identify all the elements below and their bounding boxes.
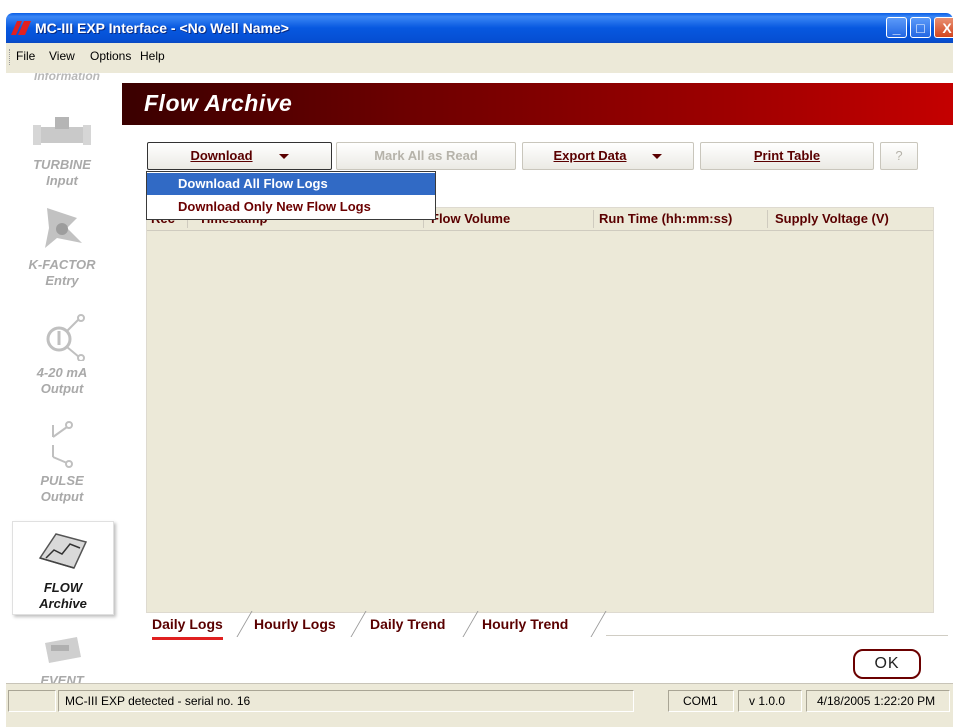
- page-title: Flow Archive: [144, 90, 293, 116]
- print-label: Print Table: [753, 148, 821, 163]
- help-button[interactable]: ?: [880, 142, 918, 170]
- mark-all-read-button[interactable]: Mark All as Read: [336, 142, 516, 170]
- download-all-logs-item[interactable]: Download All Flow Logs: [147, 173, 435, 195]
- sidebar-item-title: EVENT: [40, 673, 84, 683]
- download-label: Download: [190, 148, 253, 163]
- sidebar-item-turbine[interactable]: TURBINE Input: [12, 113, 112, 191]
- pulse-switch-icon: [52, 421, 73, 468]
- download-menu: Download All Flow Logs Download Only New…: [146, 171, 436, 220]
- chevron-down-icon: [278, 154, 289, 160]
- sidebar-item-information[interactable]: Information: [22, 73, 112, 83]
- status-version: v 1.0.0: [738, 690, 802, 712]
- tab-separator: [350, 611, 367, 637]
- ok-button[interactable]: OK: [853, 649, 921, 679]
- sidebar-item-title: K-FACTOR: [28, 257, 96, 272]
- download-button[interactable]: Download: [147, 142, 332, 170]
- column-header-flow-volume[interactable]: Flow Volume: [431, 211, 510, 226]
- client-area: Information TURBINE Input K-FACTOR Entry: [6, 73, 953, 683]
- print-table-button[interactable]: Print Table: [700, 142, 874, 170]
- menu-help[interactable]: Help: [140, 49, 165, 63]
- title-bar[interactable]: MC-III EXP Interface - <No Well Name> _ …: [6, 13, 953, 43]
- menu-options[interactable]: Options: [90, 49, 131, 63]
- status-panel-blank: [8, 690, 56, 712]
- sidebar-item-subtitle: Entry: [45, 273, 79, 288]
- menu-view[interactable]: View: [49, 49, 75, 63]
- sidebar-item-subtitle: Archive: [39, 596, 87, 611]
- tab-baseline: [606, 635, 948, 636]
- tab-separator: [236, 611, 253, 637]
- tab-daily-logs[interactable]: Daily Logs: [152, 613, 223, 640]
- window-title: MC-III EXP Interface - <No Well Name>: [35, 20, 289, 36]
- sidebar-item-subtitle: Input: [46, 173, 78, 188]
- sidebar-item-title: TURBINE: [33, 157, 91, 172]
- tab-separator: [462, 611, 479, 637]
- status-message: MC-III EXP detected - serial no. 16: [58, 690, 634, 712]
- chevron-down-icon: [652, 154, 663, 160]
- sidebar-item-event[interactable]: EVENT: [12, 633, 112, 683]
- export-data-button[interactable]: Export Data: [522, 142, 694, 170]
- flow-chart-icon: [38, 533, 88, 569]
- menu-file[interactable]: File: [16, 49, 35, 63]
- app-logo-icon: [11, 21, 31, 35]
- minimize-button[interactable]: _: [886, 17, 907, 38]
- close-button[interactable]: X: [934, 17, 953, 38]
- sidebar-item-subtitle: Output: [40, 489, 84, 504]
- analog-output-icon: [46, 314, 85, 361]
- sidebar-item-subtitle: Output: [40, 381, 84, 396]
- sidebar-item-k-factor[interactable]: K-FACTOR Entry: [12, 203, 112, 293]
- menu-bar: File View Options Help: [6, 43, 953, 74]
- sidebar-item-title: 4-20 mA: [36, 365, 88, 380]
- tab-hourly-logs[interactable]: Hourly Logs: [254, 613, 336, 637]
- export-label: Export Data: [553, 148, 627, 163]
- sidebar-item-title: FLOW: [43, 580, 83, 595]
- status-datetime: 4/18/2005 1:22:20 PM: [806, 690, 950, 712]
- sidebar-item-pulse[interactable]: PULSE Output: [12, 419, 112, 509]
- sidebar-item-title: PULSE: [40, 473, 84, 488]
- download-new-logs-item[interactable]: Download Only New Flow Logs: [147, 196, 435, 218]
- column-divider: [593, 210, 594, 228]
- event-icon: [45, 637, 81, 663]
- tab-daily-trend[interactable]: Daily Trend: [370, 613, 445, 637]
- menu-grip: [9, 49, 12, 65]
- k-factor-icon: [45, 208, 82, 248]
- column-divider: [767, 210, 768, 228]
- sidebar: Information TURBINE Input K-FACTOR Entry: [6, 73, 122, 683]
- tab-separator: [590, 611, 607, 637]
- status-bar: MC-III EXP detected - serial no. 16 COM1…: [6, 683, 953, 727]
- column-header-run-time[interactable]: Run Time (hh:mm:ss): [599, 211, 732, 226]
- sidebar-item-4-20-ma[interactable]: 4-20 mA Output: [12, 313, 112, 403]
- maximize-button[interactable]: □: [910, 17, 931, 38]
- sidebar-item-flow-archive[interactable]: FLOW Archive: [12, 521, 114, 615]
- tab-hourly-trend[interactable]: Hourly Trend: [482, 613, 568, 637]
- status-port: COM1: [668, 690, 734, 712]
- column-header-supply-voltage[interactable]: Supply Voltage (V): [775, 211, 889, 226]
- turbine-icon: [33, 117, 91, 145]
- flow-log-table[interactable]: Rec Timestamp Flow Volume Run Time (hh:m…: [146, 207, 934, 613]
